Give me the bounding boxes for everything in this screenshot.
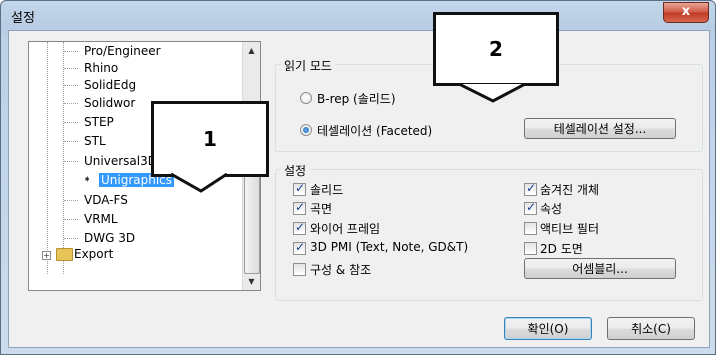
tree-item-label: DWG 3D [84, 231, 136, 245]
tree-item-label: Solidwor [84, 96, 136, 110]
tree-item-label: Universal3D [84, 154, 157, 168]
tree-item-label: VRML [84, 212, 118, 226]
active-filter-label: 액티브 필터 [540, 222, 600, 236]
brep-label: B-rep (솔리드) [317, 92, 396, 106]
hidden-objects-checkbox[interactable] [524, 181, 537, 196]
construction-label: 구성 & 참조 [310, 263, 372, 277]
wireframe-checkbox[interactable] [293, 220, 306, 235]
callout-1: 1 [151, 101, 269, 177]
tree-item-label: Rhino [84, 61, 119, 75]
active-filter-checkbox[interactable] [524, 222, 537, 235]
pmi-checkbox[interactable] [293, 240, 306, 255]
construction-checkbox[interactable] [293, 263, 306, 276]
wireframe-label: 와이어 프레임 [310, 222, 381, 236]
tree-item-vda-fs[interactable]: VDA-FS [64, 192, 128, 208]
dialog-body: Pro/Engineer Rhino SolidEdg Solidwor STE… [8, 30, 710, 348]
solid-label: 솔리드 [310, 183, 344, 197]
tree-item-label: Pro/Engineer [84, 44, 161, 58]
tree-item-label: VDA-FS [84, 193, 128, 207]
tree-item-step[interactable]: STEP [64, 114, 114, 130]
tree-item-vrml[interactable]: VRML [64, 211, 118, 227]
cancel-button[interactable]: 취소(C) [607, 317, 695, 340]
tree-item-label: STEP [84, 115, 114, 129]
hidden-objects-label: 숨겨진 개체 [540, 183, 600, 197]
scroll-thumb[interactable] [244, 172, 260, 274]
settings-dialog: 설정 x Pro/Engineer Rhino SolidEdg Solidwo… [0, 0, 716, 355]
brep-radio[interactable] [300, 92, 312, 104]
tree-item-export[interactable]: Export [74, 246, 113, 262]
tree-item-dwg3d[interactable]: DWG 3D [64, 230, 136, 246]
solid-checkbox[interactable] [293, 181, 306, 196]
callout-2: 2 [433, 12, 559, 86]
assembly-button[interactable]: 어셈블리... [524, 258, 676, 279]
tree-item-solidworks[interactable]: Solidwor [64, 95, 136, 111]
tree-item-label: SolidEdg [84, 78, 137, 92]
tree-item-solidedge[interactable]: SolidEdg [64, 77, 137, 93]
folder-icon [56, 248, 73, 261]
tree-item-universal3d[interactable]: Universal3D [64, 153, 157, 169]
tree-item-rhino[interactable]: Rhino [64, 60, 119, 76]
ok-button[interactable]: 확인(O) [504, 317, 592, 340]
settings-title: 설정 [281, 162, 310, 179]
title-bar[interactable]: 설정 x [1, 1, 715, 31]
drawing-2d-checkbox[interactable] [524, 242, 537, 255]
tree-line [63, 42, 64, 274]
tree-line [47, 42, 48, 274]
close-button[interactable]: x [663, 2, 709, 23]
window-title: 설정 [11, 11, 35, 26]
scroll-up-icon[interactable]: ▲ [243, 42, 260, 59]
expand-icon[interactable]: + [42, 251, 51, 260]
surface-checkbox[interactable] [293, 200, 306, 215]
tree-item-stl[interactable]: STL [64, 133, 106, 149]
read-mode-title: 읽기 모드 [281, 57, 335, 74]
callout-1-tail [171, 173, 228, 193]
close-icon: x [681, 4, 691, 19]
pmi-label: 3D PMI (Text, Note, GD&T) [310, 240, 469, 254]
drawing-2d-label: 2D 도면 [540, 242, 583, 256]
tessellation-label: 테셀레이션 (Faceted) [317, 124, 433, 138]
surface-label: 곡면 [310, 202, 333, 216]
tessellation-settings-button[interactable]: 테셀레이션 설정... [524, 118, 676, 139]
settings-group: 설정 솔리드 곡면 와이어 프레임 3D PMI (Text, Note, GD… [275, 162, 703, 301]
scroll-down-icon[interactable]: ▼ [243, 273, 260, 290]
tree-item-label: STL [84, 134, 106, 148]
tree-item-label: Export [74, 247, 114, 261]
attributes-label: 속성 [540, 202, 563, 216]
tessellation-radio[interactable] [300, 124, 312, 136]
attributes-checkbox[interactable] [524, 200, 537, 215]
tree-item-pro-engineer[interactable]: Pro/Engineer [64, 43, 161, 59]
callout-2-tail [459, 83, 526, 103]
